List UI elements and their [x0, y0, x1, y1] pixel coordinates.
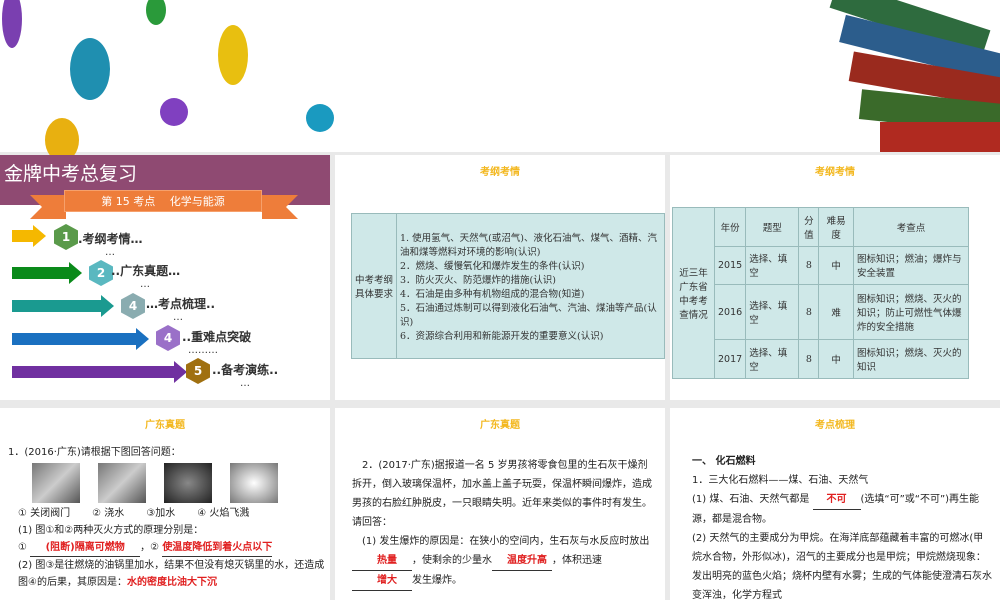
column-header: 难易度 — [818, 207, 854, 247]
section-heading: 一、 化石燃料 — [692, 456, 756, 467]
cell: 选择、填空 — [745, 245, 800, 286]
column-header: 考查点 — [853, 207, 969, 247]
exam-history-table: 近三年广东省中考考查情况 年份 题型 分值 难易度 考查点 2015 选择、填空… — [672, 207, 969, 379]
slide-thumbnail-2[interactable]: 考纲考情 中考考纲具体要求 1. 使用氢气、天然气(或沼气)、液化石油气、煤气、… — [335, 155, 665, 400]
slide-title: 广东真题 — [145, 420, 185, 431]
row-header: 中考考纲具体要求 — [351, 213, 397, 359]
requirement-item: 4．石油是由多种有机物组成的混合物(知道) — [400, 289, 585, 300]
requirement-item: 1. 使用氢气、天然气(或沼气)、液化石油气、煤气、酒精、汽油和煤等燃料对环境的… — [400, 233, 657, 258]
dots: … — [105, 247, 115, 258]
dots: … — [240, 378, 250, 389]
question-text: 1．(2016·广东)请根据下图回答问题： — [8, 447, 181, 458]
cell: 图标知识；燃烧、灭火的知识；防止可燃性气体爆炸的安全措施 — [853, 284, 969, 341]
cube-icon: 4 — [156, 325, 180, 351]
cube-icon: 5 — [186, 358, 210, 384]
slide-title: 考点梳理 — [815, 420, 855, 431]
column-header: 题型 — [745, 207, 800, 247]
menu-item-practice[interactable]: ..备考演练.. — [212, 361, 278, 378]
question-part: ，体积迅速 — [552, 555, 602, 566]
photo-water — [98, 463, 146, 503]
caption: ③加水 — [146, 508, 176, 519]
requirements-table: 中考考纲具体要求 1. 使用氢气、天然气(或沼气)、液化石油气、煤气、酒精、汽油… — [351, 213, 665, 359]
photo-pan — [164, 463, 212, 503]
table-row: 2016 选择、填空 8 难 图标知识；燃烧、灭火的知识；防止可燃性气体爆炸的安… — [673, 284, 969, 341]
answer: 增大 — [352, 571, 412, 591]
cell: 2015 — [713, 245, 747, 286]
text-line: (2) 天然气的主要成分为甲烷。在海洋底部蕴藏着丰富的可燃冰(甲烷水合物，外形似… — [692, 533, 992, 600]
cell: 选择、填空 — [745, 284, 800, 341]
arrow-icon — [12, 225, 46, 247]
question-part: ，使剩余的少量水 — [412, 555, 492, 566]
answer: 温度升高 — [492, 551, 552, 571]
column-header: 年份 — [713, 207, 747, 247]
dots: ……… — [188, 345, 218, 356]
cell: 8 — [798, 284, 820, 341]
slide-thumbnail-4[interactable]: 广东真题 1．(2016·广东)请根据下图回答问题： ① 关闭阀门 ② 浇水 ③… — [0, 408, 330, 600]
slide-thumbnail-3[interactable]: 考纲考情 近三年广东省中考考查情况 年份 题型 分值 难易度 考查点 2015 … — [670, 155, 1000, 400]
decorative-banner — [0, 0, 1000, 162]
dots: … — [140, 279, 150, 290]
cell: 8 — [798, 339, 820, 379]
slide-title: 考纲考情 — [480, 167, 520, 178]
books-image — [820, 0, 1000, 152]
cell: 中 — [818, 339, 854, 379]
requirements-list: 1. 使用氢气、天然气(或沼气)、液化石油气、煤气、酒精、汽油和煤等燃料对环境的… — [396, 213, 665, 359]
requirement-item: 6．资源综合利用和新能源开发的重要意义(认识) — [400, 331, 604, 342]
arrow-icon — [12, 262, 82, 284]
cell: 选择、填空 — [745, 339, 800, 379]
answer: 水的密度比油大下沉 — [126, 577, 217, 588]
slide-thumbnail-6[interactable]: 考点梳理 一、 化石燃料 1．三大化石燃料——煤、石油、天然气 (1) 煤、石油… — [670, 408, 1000, 600]
arrow-icon — [12, 361, 187, 383]
slide-thumbnail-5[interactable]: 广东真题 2．(2017·广东)据报道一名 5 岁男孩将零食包里的生石灰干燥剂拆… — [335, 408, 665, 600]
row-header: 近三年广东省中考考查情况 — [672, 207, 715, 379]
caption: ② 浇水 — [92, 508, 125, 519]
arrow-icon — [12, 328, 149, 350]
answer: 热量 — [352, 551, 412, 571]
text-line: (1) 煤、石油、天然气都是 — [692, 494, 810, 505]
topic-ribbon: 第 15 考点 化学与能源 — [64, 190, 262, 212]
table-row: 2015 选择、填空 8 中 图标知识；燃油；爆炸与安全装置 — [673, 245, 969, 286]
caption: ① 关闭阀门 — [18, 508, 71, 519]
cell: 中 — [818, 245, 854, 286]
menu-item-key-points[interactable]: …考点梳理.. — [146, 295, 215, 312]
answer: 不可 — [812, 490, 861, 510]
cell: 图标知识；燃油；爆炸与安全装置 — [853, 245, 969, 286]
column-header: 分值 — [798, 207, 820, 247]
menu-item-difficulties[interactable]: ..重难点突破 — [182, 328, 251, 345]
question-part: 发生爆炸。 — [412, 575, 462, 586]
cell: 难 — [818, 284, 854, 341]
caption: ④ 火焰飞溅 — [197, 508, 250, 519]
dots: … — [173, 312, 183, 323]
question-text: 2．(2017·广东)据报道一名 5 岁男孩将零食包里的生石灰干燥剂拆开，倒入玻… — [352, 460, 652, 528]
cube-icon: 2 — [89, 260, 113, 286]
ribbon-tail — [30, 195, 66, 219]
slide-thumbnail-1[interactable]: 金牌中考总复习 第 15 考点 化学与能源 1 .考纲考情… … 2 ..广东真… — [0, 155, 330, 400]
arrow-icon — [12, 295, 114, 317]
cube-icon: 1 — [54, 224, 78, 250]
cell: 2016 — [713, 284, 747, 341]
requirement-item: 5．石油通过炼制可以得到液化石油气、汽油、煤油等产品(认识) — [400, 303, 657, 328]
slide-title: 金牌中考总复习 — [4, 163, 138, 185]
slide-title: 广东真题 — [480, 420, 520, 431]
photo-row — [8, 463, 326, 503]
requirement-item: 3．防火灭火、防范爆炸的措施(认识) — [400, 275, 556, 286]
cell: 图标知识；燃烧、灭火的知识 — [853, 339, 969, 379]
answer: 使温度降低到着火点以下 — [162, 539, 273, 557]
requirement-item: 2．燃烧、缓慢氧化和爆炸发生的条件(认识) — [400, 261, 585, 272]
photo-flame — [230, 463, 278, 503]
photo-valve — [32, 463, 80, 503]
menu-item-guangdong-exams[interactable]: ..广东真题… — [111, 262, 180, 279]
cube-icon: 4 — [121, 293, 145, 319]
slide-title: 考纲考情 — [815, 167, 855, 178]
text-line: 1．三大化石燃料——煤、石油、天然气 — [692, 475, 869, 486]
cell: 2017 — [713, 339, 747, 379]
table-row: 2017 选择、填空 8 中 图标知识；燃烧、灭火的知识 — [673, 339, 969, 379]
question-part: (1) 发生爆炸的原因是：在狭小的空间内，生石灰与水反应时放出 — [362, 536, 650, 547]
answer: (阻断)隔离可燃物 — [30, 539, 141, 557]
menu-item-exam-outline[interactable]: .考纲考情… — [78, 230, 143, 247]
question-part: (1) 图①和②两种灭火方式的原理分别是： — [18, 525, 204, 536]
cell: 8 — [798, 245, 820, 286]
ribbon-tail — [262, 195, 298, 219]
